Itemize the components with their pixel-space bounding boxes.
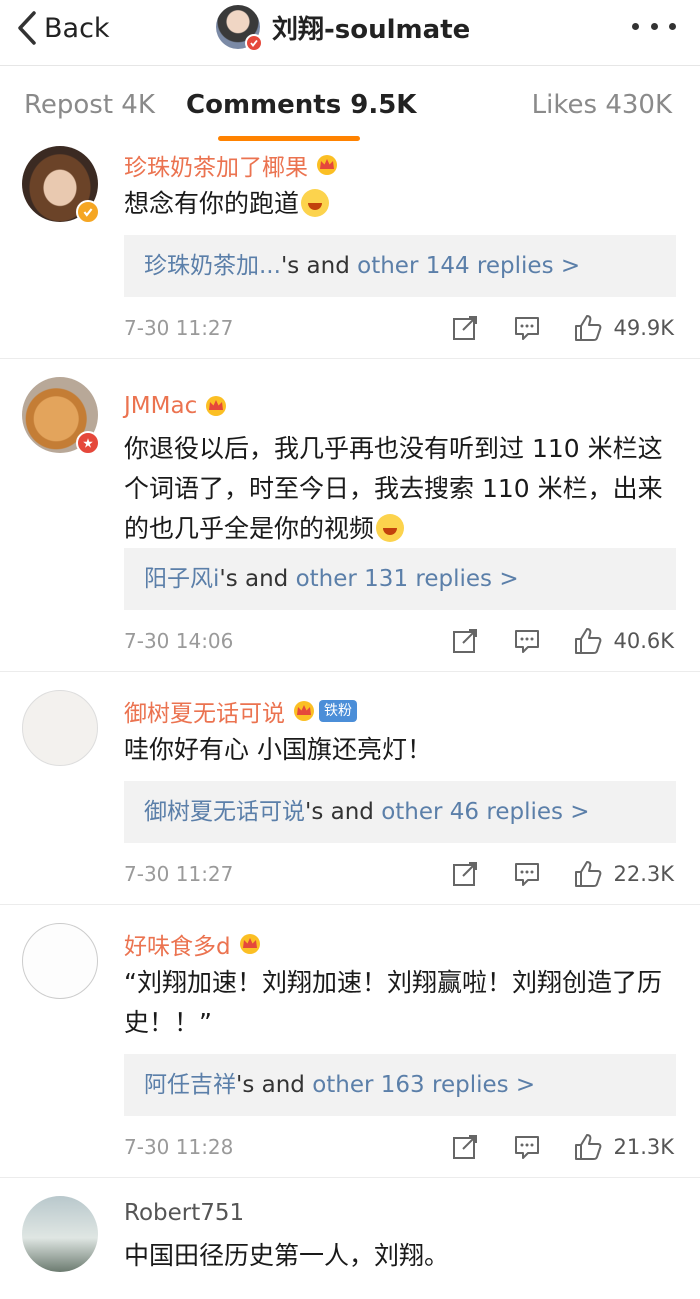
- username[interactable]: 好味食多d: [124, 927, 231, 961]
- reply-username[interactable]: 阿任吉祥: [144, 1072, 236, 1098]
- username[interactable]: 珍珠奶茶加了椰果: [124, 148, 308, 182]
- comment-text: 你退役以后，我几乎再也没有听到过 110 米栏这个词语了，时至今日，我去搜索 1…: [124, 429, 670, 549]
- tab-likes[interactable]: Likes 430K: [532, 90, 672, 120]
- repost-icon[interactable]: [451, 627, 479, 655]
- profile-title[interactable]: 刘翔-soulmate: [216, 4, 471, 52]
- avatar[interactable]: [22, 377, 100, 455]
- reply-username[interactable]: 珍珠奶茶加...: [144, 253, 281, 279]
- comment-icon[interactable]: [513, 860, 541, 888]
- comment-item: 珍珠奶茶加了椰果 想念有你的跑道 珍珠奶茶加...'s and other 14…: [0, 146, 700, 359]
- verified-badge-icon: [76, 200, 100, 224]
- comment-meta: 7-30 11:27 49.9K: [124, 308, 674, 348]
- comment-time: 7-30 11:27: [124, 316, 234, 340]
- comment-item: JMMac 你退役以后，我几乎再也没有听到过 110 米栏这个词语了，时至今日，…: [0, 359, 700, 672]
- comment-text: 中国田径历史第一人，刘翔。: [124, 1236, 670, 1276]
- comment-time: 7-30 14:06: [124, 629, 234, 653]
- reply-connector: 's and: [236, 1072, 313, 1098]
- replies-preview[interactable]: 御树夏无话可说's and other 46 replies >: [124, 781, 676, 843]
- comment-meta: 7-30 11:27 22.3K: [124, 854, 674, 894]
- crying-emoji-icon: [376, 514, 405, 542]
- avatar[interactable]: [22, 923, 98, 999]
- username[interactable]: JMMac: [124, 393, 197, 419]
- top-nav-bar: Back 刘翔-soulmate: [0, 0, 700, 66]
- crying-emoji-icon: [301, 189, 330, 217]
- more-options-button[interactable]: [632, 16, 676, 36]
- avatar[interactable]: [22, 146, 100, 224]
- comment-text: “刘翔加速！刘翔加速！刘翔赢啦！刘翔创造了历史！！”: [124, 963, 670, 1043]
- page-title: 刘翔-soulmate: [272, 14, 471, 45]
- repost-icon[interactable]: [451, 860, 479, 888]
- fan-badge: 铁粉: [319, 700, 357, 722]
- replies-link[interactable]: other 131 replies >: [296, 566, 519, 592]
- crown-badge-icon: [317, 155, 337, 175]
- tab-repost[interactable]: Repost 4K: [24, 90, 155, 120]
- like-count: 49.9K: [613, 316, 674, 340]
- chevron-left-icon: [18, 11, 36, 45]
- avatar[interactable]: [22, 690, 98, 766]
- repost-icon[interactable]: [451, 1133, 479, 1161]
- more-dot: [669, 22, 676, 30]
- comment-text-content: 中国田径历史第一人，刘翔。: [124, 1241, 450, 1270]
- comment-icon[interactable]: [513, 314, 541, 342]
- avatar: [216, 5, 263, 52]
- like-button[interactable]: 40.6K: [573, 626, 674, 656]
- like-count: 22.3K: [613, 862, 674, 886]
- more-dots-icon: [632, 22, 639, 30]
- reply-connector: 's and: [305, 799, 382, 825]
- more-dot: [650, 22, 658, 30]
- crown-badge-icon: [206, 396, 227, 416]
- comment-icon[interactable]: [513, 1133, 541, 1161]
- replies-preview[interactable]: 阿任吉祥's and other 163 replies >: [124, 1054, 676, 1116]
- comment-text-content: 想念有你的跑道: [124, 189, 300, 218]
- comment-text: 想念有你的跑道: [124, 184, 670, 224]
- back-label: Back: [44, 12, 110, 44]
- crown-badge-icon: [294, 701, 314, 721]
- repost-icon[interactable]: [451, 314, 479, 342]
- comment-time: 7-30 11:28: [124, 1135, 234, 1159]
- comment-list: 珍珠奶茶加了椰果 想念有你的跑道 珍珠奶茶加...'s and other 14…: [0, 146, 700, 1298]
- verified-badge-icon: [245, 34, 263, 52]
- thumbs-up-icon: [575, 861, 602, 887]
- like-count: 21.3K: [613, 1135, 674, 1159]
- like-button[interactable]: 22.3K: [573, 859, 674, 889]
- comment-meta: 7-30 11:28 21.3K: [124, 1127, 674, 1167]
- comment-item: Robert751 中国田径历史第一人，刘翔。: [0, 1178, 700, 1298]
- verified-badge-icon: [76, 431, 100, 455]
- comment-icon[interactable]: [513, 627, 541, 655]
- replies-link[interactable]: other 46 replies >: [381, 799, 589, 825]
- like-button[interactable]: 21.3K: [573, 1132, 674, 1162]
- replies-link[interactable]: other 144 replies >: [357, 253, 580, 279]
- avatar[interactable]: [22, 1196, 98, 1272]
- comment-text: 哇你好有心 小国旗还亮灯！: [124, 730, 670, 770]
- comment-time: 7-30 11:27: [124, 862, 234, 886]
- username[interactable]: Robert751: [124, 1200, 244, 1226]
- thumbs-up-icon: [575, 1134, 602, 1160]
- reply-connector: 's and: [280, 253, 358, 279]
- comment-text-content: 哇你好有心 小国旗还亮灯！: [124, 735, 432, 764]
- replies-preview[interactable]: 阳子风i's and other 131 replies >: [124, 548, 676, 610]
- replies-preview[interactable]: 珍珠奶茶加...'s and other 144 replies >: [124, 235, 676, 297]
- reply-username[interactable]: 御树夏无话可说: [144, 799, 305, 825]
- comment-item: 御树夏无话可说 铁粉 哇你好有心 小国旗还亮灯！ 御树夏无话可说's and o…: [0, 672, 700, 905]
- comment-text-content: “刘翔加速！刘翔加速！刘翔赢啦！刘翔创造了历史！！”: [124, 968, 662, 1037]
- crown-badge-icon: [239, 934, 260, 954]
- like-button[interactable]: 49.9K: [573, 313, 674, 343]
- like-count: 40.6K: [613, 629, 674, 653]
- active-tab-indicator: [218, 136, 360, 141]
- comment-item: 好味食多d “刘翔加速！刘翔加速！刘翔赢啦！刘翔创造了历史！！” 阿任吉祥's …: [0, 905, 700, 1178]
- tab-comments[interactable]: Comments 9.5K: [186, 90, 416, 120]
- reply-username[interactable]: 阳子风i: [144, 566, 219, 592]
- comment-meta: 7-30 14:06 40.6K: [124, 621, 674, 661]
- replies-link[interactable]: other 163 replies >: [312, 1072, 535, 1098]
- thumbs-up-icon: [575, 315, 602, 341]
- reply-connector: 's and: [219, 566, 296, 592]
- thumbs-up-icon: [575, 628, 602, 654]
- back-button[interactable]: Back: [14, 8, 110, 48]
- username[interactable]: 御树夏无话可说: [124, 694, 285, 728]
- tab-bar: Repost 4K Comments 9.5K Likes 430K: [0, 66, 700, 146]
